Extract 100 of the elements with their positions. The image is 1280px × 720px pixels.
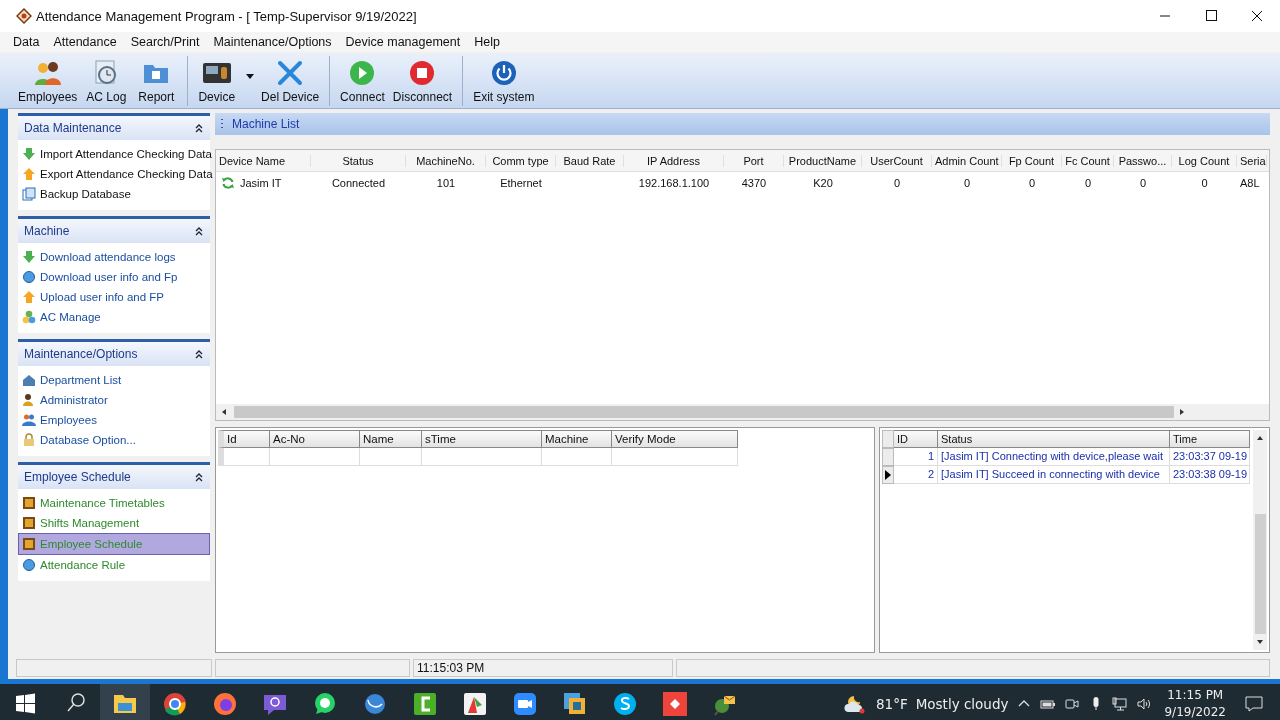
table-cell-text: K20 [812,176,834,189]
menu-item[interactable]: Help [467,32,507,52]
balls-icon [22,310,36,324]
scroll-down-icon[interactable] [1256,638,1264,646]
column-header[interactable]: Baud Rate [556,154,624,167]
table-cell-text: Connected [330,176,387,189]
sidebar-item[interactable]: Department List [18,370,210,390]
section-header[interactable]: Employee Schedule [18,462,210,489]
sidebar-item[interactable]: Administrator [18,390,210,410]
scroll-left-icon[interactable] [220,408,228,416]
column-header[interactable]: Seria [1237,154,1267,167]
column-header[interactable]: Ac-No [270,430,360,448]
horizontal-scrollbar[interactable] [216,404,1269,420]
table-cell-text: 0 [892,176,902,189]
scroll-up-icon[interactable] [1256,434,1264,442]
sidebar-item[interactable]: Backup Database [18,184,210,204]
column-header[interactable]: Fp Count [1002,154,1062,167]
row-selector[interactable] [882,466,894,484]
person-icon [22,393,36,407]
app-logo-icon [16,8,32,24]
toolbar-button[interactable]: Disconnect [388,54,457,108]
menu-item[interactable]: Maintenance/Options [206,32,339,52]
weather-condition[interactable]: Mostly cloudy [915,696,1009,712]
toolbar-button[interactable]: Device [194,54,258,108]
house-icon [22,373,36,387]
up-arrow-icon [22,290,36,304]
sidebar-item[interactable]: Maintenance Timetables [18,493,210,513]
column-header[interactable]: Log Count [1172,154,1237,167]
toolbar-button[interactable]: AC Log [81,54,132,108]
collapse-icon[interactable] [194,226,204,236]
menu-item[interactable]: Device management [338,32,468,52]
network-icon[interactable] [1112,696,1129,712]
column-header[interactable]: Name [360,430,422,448]
sidebar-item[interactable]: AC Manage [18,307,210,327]
column-header[interactable]: sTime [422,430,542,448]
column-header[interactable]: MachineNo. [406,154,486,167]
column-header[interactable]: Id [218,430,270,448]
column-header[interactable]: ID [894,430,938,448]
sidebar-item[interactable]: Download attendance logs [18,247,210,267]
sidebar-item[interactable]: Shifts Management [18,513,210,533]
clock-date[interactable]: 9/19/2022 [1164,704,1226,720]
speaker-icon[interactable] [1136,696,1153,712]
caret-icon[interactable] [246,74,255,79]
sidebar-item[interactable]: Import Attendance Checking Data [18,144,210,164]
sidebar-item[interactable]: Upload user info and FP [18,287,210,307]
column-header[interactable]: Device Name [216,154,311,167]
column-header[interactable]: Passwo... [1114,154,1172,167]
status-time: 11:15:03 PM [413,659,673,677]
section-header[interactable]: Maintenance/Options [18,339,210,366]
column-header[interactable]: UserCount [862,154,932,167]
notification-icon[interactable] [1244,694,1264,714]
toolbar-button[interactable]: Connect [336,54,389,108]
calendar-icon [22,537,36,551]
column-header[interactable]: Status [311,154,406,167]
table-cell-text: 0 [1200,176,1209,189]
menu-item[interactable]: Data [6,32,47,52]
menu-item[interactable]: Attendance [46,32,124,52]
folder-icon[interactable] [100,684,150,720]
column-header[interactable]: Verify Mode [612,430,738,448]
column-header[interactable]: Machine [542,430,612,448]
column-header[interactable]: ProductName [784,154,862,167]
column-header[interactable]: Comm type [486,154,556,167]
table-cell-text: Ethernet [499,176,543,189]
sync-icon [221,175,235,190]
camera-icon[interactable] [1064,696,1081,712]
column-header[interactable]: Port [724,154,784,167]
toolbar-button[interactable]: Employees [14,54,82,108]
section-header[interactable]: Data Maintenance [18,113,210,140]
toolbar-button[interactable]: Report [131,54,182,108]
weather-temperature[interactable]: 81°F [875,696,908,712]
collapse-icon[interactable] [194,123,204,133]
collapse-icon[interactable] [194,349,204,359]
table-cell: 1 [894,448,938,466]
clock-time[interactable]: 11:15 PM [1167,687,1224,704]
orb-icon [22,270,36,284]
down-arrow-icon [22,147,36,161]
sidebar-item[interactable]: Database Option... [18,430,210,450]
panel-title: Machine List [232,117,300,131]
table-cell-text: 0 [1083,176,1093,189]
column-header[interactable]: Status [938,430,1170,448]
collapse-icon[interactable] [194,472,204,482]
column-header[interactable]: IP Address [624,154,724,167]
column-header[interactable]: Time [1170,430,1250,448]
column-header[interactable]: Fc Count [1062,154,1114,167]
table-cell: Jasim IT [240,176,282,189]
sidebar-item[interactable]: Employees [18,410,210,430]
sidebar-item[interactable]: Download user info and Fp [18,267,210,287]
current-row-icon [885,470,891,480]
table-cell: 23:03:37 09-19 [1170,448,1250,466]
toolbar-button[interactable]: Del Device [257,54,324,108]
section-header[interactable]: Machine [18,216,210,243]
calendar-icon [22,496,36,510]
menu-item[interactable]: Search/Print [123,32,207,52]
table-cell-text: 0 [962,176,972,189]
toolbar-button[interactable]: Exit system [469,54,539,108]
sidebar-item[interactable]: Attendance Rule [18,555,210,575]
scroll-right-icon[interactable] [1178,408,1186,416]
vertical-scrollbar[interactable] [1253,430,1267,650]
table-cell-text: A8L [1239,176,1261,189]
column-header[interactable]: Admin Count [932,154,1002,167]
